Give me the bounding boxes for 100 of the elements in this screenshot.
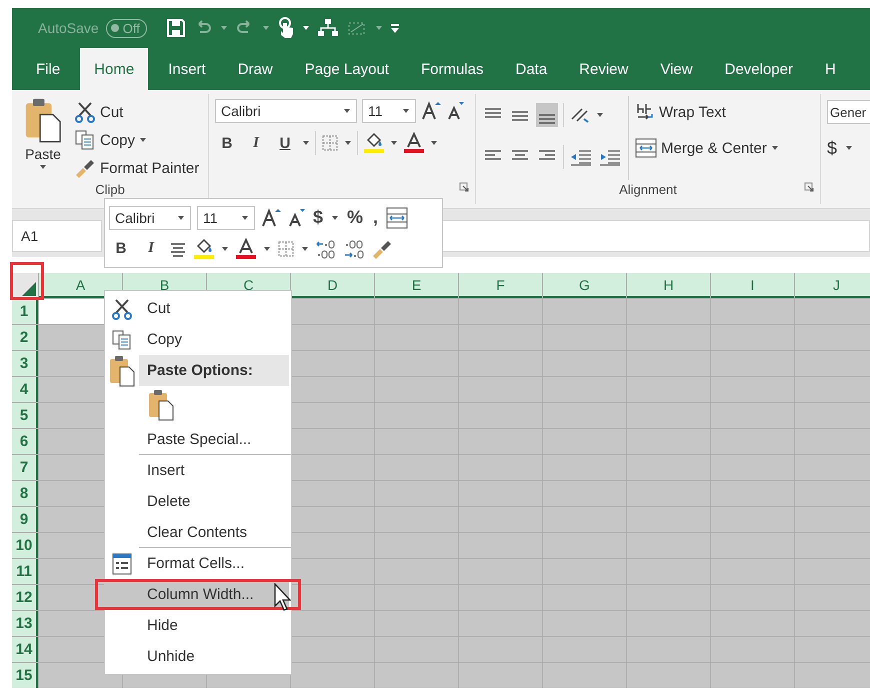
wrap-text-button[interactable]: Wrap Text bbox=[635, 100, 779, 124]
menu-item[interactable]: Paste Special... bbox=[139, 424, 291, 455]
table-cell[interactable] bbox=[459, 377, 542, 402]
table-cell[interactable] bbox=[627, 403, 710, 428]
merge-cells-icon[interactable] bbox=[635, 137, 657, 159]
bottom-align-icon[interactable] bbox=[536, 103, 558, 127]
table-cell[interactable] bbox=[711, 429, 794, 454]
table-cell[interactable] bbox=[711, 611, 794, 636]
column-header[interactable]: H bbox=[627, 273, 710, 298]
table-cell[interactable] bbox=[375, 481, 458, 506]
table-cell[interactable] bbox=[291, 351, 374, 376]
fill-color-icon[interactable] bbox=[363, 132, 385, 154]
table-cell[interactable] bbox=[375, 429, 458, 454]
name-box[interactable]: A1 bbox=[12, 220, 102, 252]
table-cell[interactable] bbox=[375, 585, 458, 610]
row-header[interactable]: 8 bbox=[12, 481, 38, 506]
borders-icon[interactable] bbox=[277, 240, 295, 258]
table-cell[interactable] bbox=[795, 299, 870, 324]
table-cell[interactable] bbox=[39, 663, 122, 688]
table-cell[interactable] bbox=[711, 559, 794, 584]
table-cell[interactable] bbox=[291, 533, 374, 558]
paintbrush-icon[interactable] bbox=[371, 238, 393, 258]
table-cell[interactable] bbox=[291, 611, 374, 636]
table-cell[interactable] bbox=[543, 325, 626, 350]
table-cell[interactable] bbox=[795, 585, 870, 610]
table-cell[interactable] bbox=[711, 455, 794, 480]
fill-color-icon[interactable] bbox=[193, 238, 215, 260]
ribbon-tab[interactable]: Draw bbox=[222, 48, 289, 90]
table-cell[interactable] bbox=[543, 663, 626, 688]
row-header[interactable]: 13 bbox=[12, 611, 38, 636]
table-cell[interactable] bbox=[711, 533, 794, 558]
bold-button[interactable]: B bbox=[215, 131, 239, 155]
table-cell[interactable] bbox=[375, 533, 458, 558]
table-cell[interactable] bbox=[627, 455, 710, 480]
menu-item[interactable]: Clear Contents bbox=[139, 517, 291, 548]
table-cell[interactable] bbox=[795, 637, 870, 662]
table-cell[interactable] bbox=[375, 507, 458, 532]
column-width-icon[interactable] bbox=[386, 206, 408, 228]
cut-button[interactable]: Cut bbox=[74, 100, 200, 124]
table-cell[interactable] bbox=[795, 507, 870, 532]
decrease-font-icon[interactable] bbox=[446, 101, 464, 121]
font-color-icon[interactable] bbox=[403, 132, 425, 154]
row-header[interactable]: 4 bbox=[12, 377, 38, 402]
menu-item[interactable]: Insert bbox=[139, 455, 291, 486]
table-cell[interactable] bbox=[375, 377, 458, 402]
table-cell[interactable] bbox=[627, 351, 710, 376]
table-cell[interactable] bbox=[711, 637, 794, 662]
column-header[interactable]: D bbox=[291, 273, 374, 298]
table-cell[interactable] bbox=[543, 351, 626, 376]
table-cell[interactable] bbox=[459, 507, 542, 532]
ribbon-tab[interactable]: File bbox=[20, 48, 76, 90]
table-cell[interactable] bbox=[543, 481, 626, 506]
row-header[interactable]: 15 bbox=[12, 663, 38, 688]
underline-button[interactable]: U bbox=[273, 131, 297, 155]
ribbon-tab[interactable]: Insert bbox=[152, 48, 222, 90]
row-header[interactable]: 2 bbox=[12, 325, 38, 350]
row-header[interactable]: 1 bbox=[12, 299, 38, 324]
table-cell[interactable] bbox=[459, 351, 542, 376]
ribbon-tab[interactable]: Home bbox=[80, 48, 148, 90]
column-header[interactable]: F bbox=[459, 273, 542, 298]
table-cell[interactable] bbox=[627, 377, 710, 402]
table-cell[interactable] bbox=[291, 481, 374, 506]
save-icon[interactable] bbox=[166, 18, 186, 38]
comma-button[interactable]: , bbox=[371, 206, 380, 230]
table-cell[interactable] bbox=[711, 325, 794, 350]
table-cell[interactable] bbox=[459, 559, 542, 584]
table-cell[interactable] bbox=[627, 325, 710, 350]
column-header[interactable]: J bbox=[795, 273, 870, 298]
column-header[interactable]: G bbox=[543, 273, 626, 298]
table-cell[interactable] bbox=[711, 377, 794, 402]
table-cell[interactable] bbox=[543, 533, 626, 558]
table-cell[interactable] bbox=[291, 299, 374, 324]
table-cell[interactable] bbox=[543, 585, 626, 610]
table-cell[interactable] bbox=[627, 559, 710, 584]
table-cell[interactable] bbox=[543, 637, 626, 662]
ribbon-tab[interactable]: View bbox=[644, 48, 709, 90]
row-header[interactable]: 6 bbox=[12, 429, 38, 454]
table-cell[interactable] bbox=[375, 299, 458, 324]
table-cell[interactable] bbox=[375, 559, 458, 584]
merge-center-button[interactable]: Merge & Center bbox=[635, 136, 779, 160]
table-cell[interactable] bbox=[711, 351, 794, 376]
table-cell[interactable] bbox=[459, 429, 542, 454]
menu-item[interactable]: Hide bbox=[139, 610, 291, 641]
table-cell[interactable] bbox=[291, 585, 374, 610]
table-cell[interactable] bbox=[291, 403, 374, 428]
table-cell[interactable] bbox=[795, 455, 870, 480]
increase-decimal-icon[interactable] bbox=[315, 238, 337, 260]
ribbon-tab[interactable]: Review bbox=[563, 48, 644, 90]
table-cell[interactable] bbox=[795, 663, 870, 688]
row-header[interactable]: 5 bbox=[12, 403, 38, 428]
table-cell[interactable] bbox=[459, 403, 542, 428]
ribbon-tab[interactable]: H bbox=[808, 48, 852, 90]
table-cell[interactable] bbox=[291, 559, 374, 584]
menu-item[interactable]: Unhide bbox=[139, 641, 291, 672]
table-cell[interactable] bbox=[627, 585, 710, 610]
table-cell[interactable] bbox=[291, 507, 374, 532]
ribbon-tab[interactable]: Page Layout bbox=[288, 48, 405, 90]
table-cell[interactable] bbox=[375, 637, 458, 662]
table-cell[interactable] bbox=[627, 299, 710, 324]
increase-font-icon[interactable] bbox=[261, 208, 281, 228]
